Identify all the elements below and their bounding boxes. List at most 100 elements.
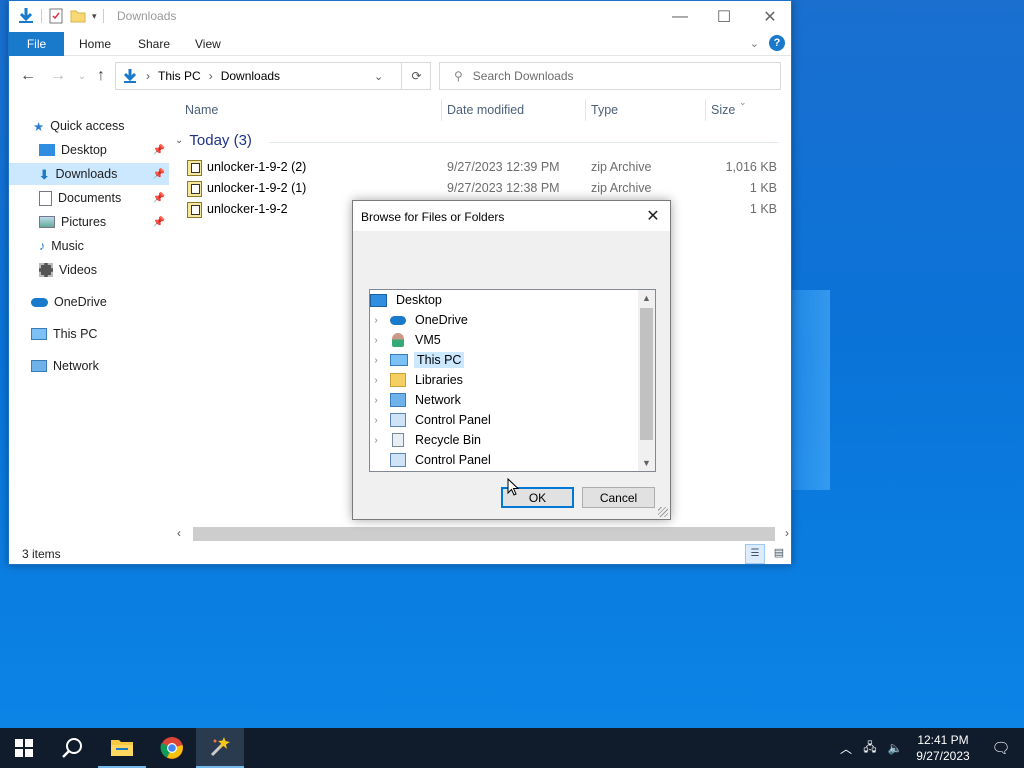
file-type: zip Archive [591, 160, 652, 174]
column-header-name[interactable]: Name [185, 97, 218, 123]
sidebar-item-pictures[interactable]: Pictures 📌 [39, 211, 169, 233]
expand-chevron-icon[interactable]: › [370, 375, 382, 386]
cancel-button[interactable]: Cancel [582, 487, 655, 508]
tree-item-onedrive[interactable]: › OneDrive [370, 310, 640, 330]
tree-item-vm5[interactable]: › VM5 [370, 330, 640, 350]
control-panel-icon [390, 453, 406, 467]
tree-item-desktop[interactable]: Desktop [370, 290, 640, 310]
dialog-close-button[interactable]: ✕ [642, 205, 664, 227]
tab-view[interactable]: View [195, 32, 221, 56]
file-size: 1 KB [749, 181, 777, 195]
tree-item-recycle-bin[interactable]: › Recycle Bin [370, 430, 640, 450]
expand-ribbon-icon[interactable]: ⌄ [750, 37, 759, 50]
scrollbar-thumb[interactable] [193, 527, 775, 541]
mouse-pointer-icon [507, 478, 520, 496]
tree-item-network[interactable]: › Network [370, 390, 640, 410]
scroll-left-icon[interactable]: ‹ [177, 526, 181, 540]
show-hidden-icons-chevron-icon[interactable]: ︿ [834, 740, 858, 757]
breadcrumb-chevron-icon[interactable]: › [209, 69, 213, 83]
tree-item-this-pc[interactable]: › This PC [370, 350, 640, 370]
sidebar-item-videos[interactable]: Videos [39, 259, 169, 281]
expand-chevron-icon[interactable]: › [370, 415, 382, 426]
close-button[interactable]: ✕ [747, 1, 793, 32]
file-row[interactable]: unlocker-1-9-2 (1) 9/27/2023 12:38 PM zi… [185, 178, 785, 199]
search-icon[interactable] [48, 728, 96, 768]
network-status-icon[interactable]: 🖧 [858, 738, 882, 759]
column-header-type[interactable]: Type [591, 97, 618, 123]
downloads-arrow-icon[interactable] [17, 7, 35, 25]
recycle-bin-icon [392, 433, 404, 447]
column-divider[interactable] [705, 99, 706, 121]
tab-home[interactable]: Home [79, 32, 111, 56]
customize-toolbar-icon[interactable]: ▾ [92, 11, 97, 22]
desktop-icon [370, 293, 387, 307]
large-icons-view-icon[interactable]: ▤ [769, 544, 789, 564]
unlocker-app-icon[interactable] [196, 728, 244, 768]
breadcrumb-chevron-icon[interactable]: › [146, 69, 150, 83]
tree-item-control-panel[interactable]: Control Panel [370, 450, 640, 470]
breadcrumb-downloads[interactable]: Downloads [221, 69, 280, 83]
minimize-button[interactable]: — [657, 1, 703, 32]
expand-chevron-icon[interactable]: › [370, 315, 382, 326]
tree-item-libraries[interactable]: › Libraries [370, 370, 640, 390]
breadcrumb-this-pc[interactable]: This PC [158, 69, 201, 83]
chrome-icon[interactable] [148, 728, 196, 768]
tab-share[interactable]: Share [138, 32, 170, 56]
horizontal-scrollbar[interactable]: ‹ › [173, 525, 793, 543]
up-arrow-icon[interactable]: ↑ [92, 67, 110, 85]
resize-grip-icon[interactable] [658, 507, 668, 517]
sidebar-item-music[interactable]: ♪ Music [39, 235, 169, 257]
help-icon[interactable]: ? [769, 35, 785, 51]
search-input[interactable]: ⚲ Search Downloads [439, 62, 781, 90]
ribbon-tabs: File Home Share View ⌄ ? [9, 32, 791, 56]
file-date: 9/27/2023 12:39 PM [447, 160, 560, 174]
pin-icon[interactable]: 📌 [153, 193, 165, 204]
clock[interactable]: 12:41 PM 9/27/2023 [908, 732, 978, 764]
new-folder-icon[interactable] [70, 8, 86, 24]
column-divider[interactable] [585, 99, 586, 121]
sidebar-item-quick-access[interactable]: ★ Quick access [33, 115, 169, 137]
control-panel-icon [390, 413, 406, 427]
sidebar-item-this-pc[interactable]: This PC [31, 323, 169, 345]
scroll-right-icon[interactable]: › [785, 526, 789, 540]
scrollbar-thumb[interactable] [640, 308, 653, 440]
notifications-icon[interactable]: 🗨 [978, 739, 1024, 757]
column-header-date-modified[interactable]: Date modified [447, 97, 524, 123]
volume-muted-icon[interactable]: 🔈 [882, 741, 908, 755]
pin-icon[interactable]: 📌 [153, 217, 165, 228]
expand-chevron-icon[interactable]: › [370, 335, 382, 346]
address-dropdown-icon[interactable]: ⌄ [374, 70, 383, 83]
properties-icon[interactable] [48, 8, 64, 24]
refresh-icon[interactable]: ⟳ [401, 62, 431, 90]
column-header-size[interactable]: Size [711, 97, 735, 123]
pin-icon[interactable]: 📌 [153, 145, 165, 156]
pin-icon[interactable]: 📌 [153, 169, 165, 180]
sidebar-item-desktop[interactable]: Desktop 📌 [39, 139, 169, 161]
file-explorer-icon[interactable] [98, 728, 146, 768]
sidebar-item-documents[interactable]: Documents 📌 [39, 187, 169, 209]
recent-locations-chevron-icon[interactable]: ⌄ [73, 67, 91, 85]
maximize-button[interactable]: ☐ [701, 1, 747, 32]
expand-chevron-icon[interactable]: › [370, 355, 382, 366]
tab-file[interactable]: File [9, 32, 64, 56]
pictures-folder-icon [39, 216, 55, 228]
scroll-down-icon[interactable]: ▼ [638, 455, 655, 471]
column-divider[interactable] [441, 99, 442, 121]
scroll-up-icon[interactable]: ▲ [638, 290, 655, 306]
sidebar-item-onedrive[interactable]: OneDrive [31, 291, 169, 313]
tree-item-label: OneDrive [415, 313, 468, 327]
details-view-icon[interactable]: ☰ [745, 544, 765, 564]
sidebar-item-downloads[interactable]: ⬇ Downloads 📌 [9, 163, 169, 185]
file-row[interactable]: unlocker-1-9-2 (2) 9/27/2023 12:39 PM zi… [185, 157, 785, 178]
start-icon[interactable] [0, 728, 48, 768]
collapse-chevron-icon[interactable]: ⌄ [175, 135, 183, 146]
address-bar[interactable]: › This PC › Downloads ⌄ [115, 62, 431, 90]
expand-chevron-icon[interactable]: › [370, 435, 382, 446]
tree-item-control-panel[interactable]: › Control Panel [370, 410, 640, 430]
group-header[interactable]: ⌄ Today (3) [175, 132, 252, 149]
expand-chevron-icon[interactable]: › [370, 395, 382, 406]
forward-arrow-icon[interactable]: → [49, 67, 67, 85]
tree-vertical-scrollbar[interactable]: ▲ ▼ [638, 290, 655, 471]
back-arrow-icon[interactable]: ← [19, 67, 37, 85]
sidebar-item-network[interactable]: Network [31, 355, 169, 377]
